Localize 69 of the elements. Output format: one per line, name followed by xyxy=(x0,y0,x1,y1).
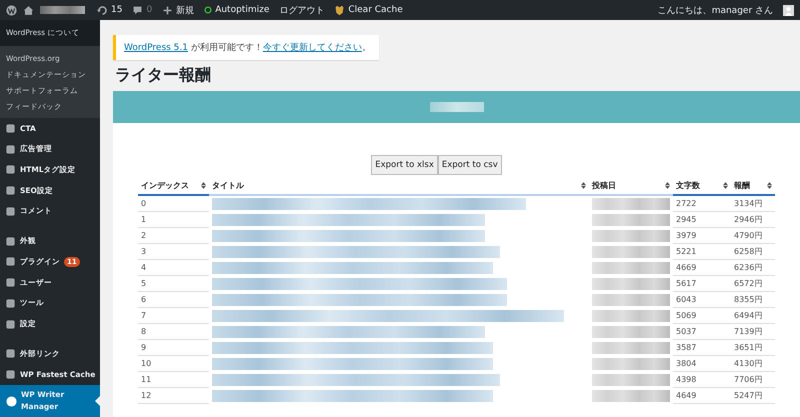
table-cell: 4649 xyxy=(673,388,731,404)
table-cell: 5037 xyxy=(673,324,731,340)
table-cell: 12 xyxy=(138,388,209,404)
status-ring-icon xyxy=(204,6,212,14)
table-cell: 3651円 xyxy=(731,340,775,356)
sort-icon xyxy=(665,182,670,189)
table-cell: 4669 xyxy=(673,260,731,276)
table-cell: 6043 xyxy=(673,292,731,308)
table-cell: 2 xyxy=(138,228,209,244)
sort-icon xyxy=(581,182,586,189)
table-cell: 5247円 xyxy=(731,388,775,404)
table-cell: 7 xyxy=(138,308,209,324)
table-cell: 5617 xyxy=(673,276,731,292)
updates-link[interactable]: 15 xyxy=(97,4,122,16)
sort-icon xyxy=(723,182,728,189)
table-cell: 6572円 xyxy=(731,276,775,292)
column-header[interactable]: タイトル xyxy=(209,178,589,195)
clear-cache-link[interactable]: Clear Cache xyxy=(334,4,403,16)
table-cell: 8 xyxy=(138,324,209,340)
table-cell: 5 xyxy=(138,276,209,292)
table-cell: 11 xyxy=(138,372,209,388)
table-cell: 3 xyxy=(138,244,209,260)
home-icon[interactable] xyxy=(23,4,34,16)
table-cell: 5069 xyxy=(673,308,731,324)
blurred-banner-text xyxy=(430,102,484,112)
greeting-link[interactable]: こんにちは、manager さん xyxy=(658,4,773,16)
autoptimize-link[interactable]: Autoptimize xyxy=(204,5,270,15)
version-link[interactable]: WordPress 5.1 xyxy=(124,43,188,53)
table-cell: 4130円 xyxy=(731,356,775,372)
table-cell: 6236円 xyxy=(731,260,775,276)
table-cell: 7139円 xyxy=(731,324,775,340)
page-title: ライター報酬 xyxy=(115,65,212,86)
current-pointer-icon xyxy=(95,396,100,406)
table-cell: 3804 xyxy=(673,356,731,372)
table-cell: 2946円 xyxy=(731,212,775,228)
table-cell: 8355円 xyxy=(731,292,775,308)
table-cell: 1 xyxy=(138,212,209,228)
table-cell: 4790円 xyxy=(731,228,775,244)
update-link[interactable]: 今すぐ更新してください xyxy=(262,43,362,53)
table-cell: 6258円 xyxy=(731,244,775,260)
new-link[interactable]: 新規 xyxy=(162,4,194,16)
sort-icon xyxy=(767,182,772,189)
table-cell: 6 xyxy=(138,292,209,308)
table-cell: 9 xyxy=(138,340,209,356)
wordpress-logo-icon[interactable] xyxy=(6,4,17,16)
export-button[interactable]: Export to xlsx xyxy=(371,155,438,175)
table-cell: 4398 xyxy=(673,372,731,388)
column-header[interactable]: インデックス xyxy=(138,178,209,195)
avatar-icon[interactable] xyxy=(783,4,794,16)
table-cell: 6494円 xyxy=(731,308,775,324)
column-header[interactable]: 文字数 xyxy=(673,178,731,195)
sort-icon xyxy=(201,182,206,189)
column-header[interactable]: 報酬 xyxy=(731,178,775,195)
table-cell: 0 xyxy=(138,195,209,212)
notice-text: WordPress 5.1 が利用可能です！今すぐ更新してください。 xyxy=(124,43,371,53)
plus-icon xyxy=(162,4,174,16)
table-cell: 3979 xyxy=(673,228,731,244)
table-cell: 2722 xyxy=(673,195,731,212)
refresh-icon xyxy=(97,4,108,16)
table-cell: 10 xyxy=(138,356,209,372)
table-cell: 2945 xyxy=(673,212,731,228)
column-header[interactable]: 投稿日 xyxy=(589,178,673,195)
table-cell: 4 xyxy=(138,260,209,276)
table-cell: 3587 xyxy=(673,340,731,356)
table-cell: 3134円 xyxy=(731,195,775,212)
table-cell: 7706円 xyxy=(731,372,775,388)
export-button[interactable]: Export to csv xyxy=(438,155,502,175)
logout-link[interactable]: ログアウト xyxy=(279,4,324,16)
table-cell: 5221 xyxy=(673,244,731,260)
